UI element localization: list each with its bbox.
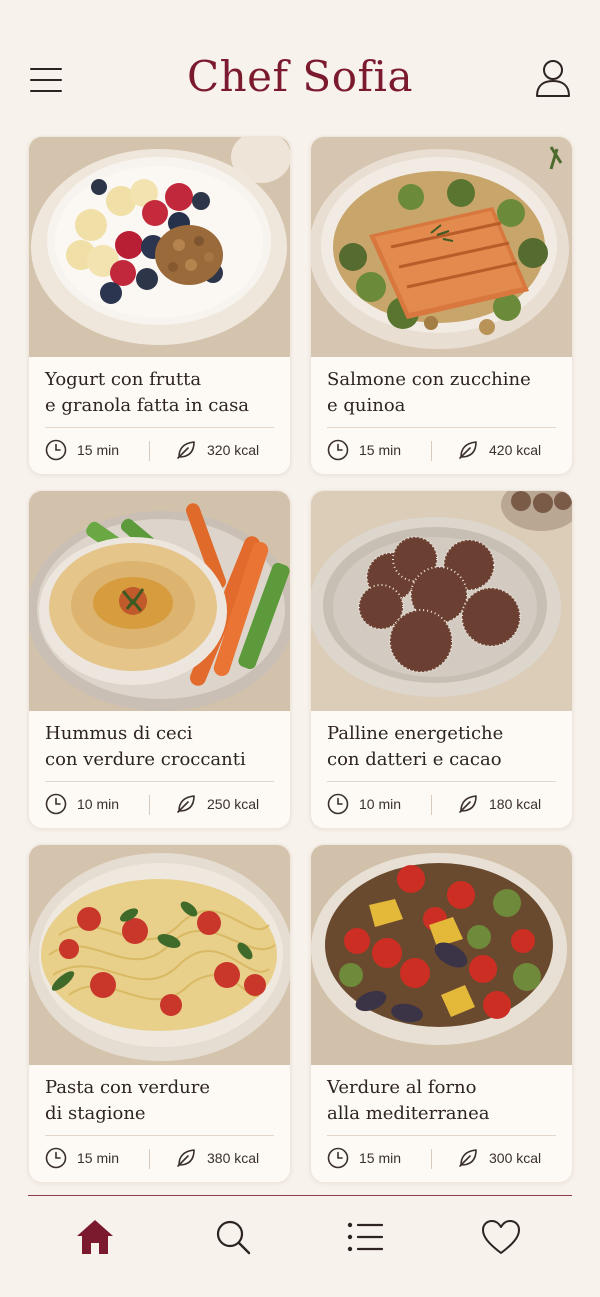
recipe-title: Yogurt con frutta e granola fatta in casa: [45, 369, 250, 416]
recipe-meta: 15 min 320 kcal: [45, 437, 274, 465]
prep-time: 10 min: [359, 796, 402, 812]
calories: 380 kcal: [207, 1150, 260, 1166]
app-title: Chef Sofia: [186, 52, 413, 101]
recipe-meta: 15 min 420 kcal: [327, 437, 556, 465]
bottom-tab-bar: [0, 1194, 600, 1297]
divider: [327, 1135, 556, 1136]
tab-list[interactable]: [340, 1212, 390, 1262]
recipe-image-hummus: [29, 491, 290, 711]
tab-home[interactable]: [70, 1212, 120, 1262]
clock-icon: [45, 439, 67, 461]
recipe-title: Salmone con zucchine e quinoa: [327, 369, 531, 416]
app-header: Chef Sofia: [0, 0, 600, 136]
recipe-card-roasted-vegetables[interactable]: Verdure al forno alla mediterranea 15 min…: [310, 844, 573, 1183]
prep-time: 15 min: [77, 442, 120, 458]
clock-icon: [327, 793, 349, 815]
tab-search[interactable]: [208, 1212, 258, 1262]
clock-icon: [327, 439, 349, 461]
home-icon: [77, 1220, 113, 1254]
search-icon: [216, 1220, 251, 1255]
recipe-meta: 15 min 300 kcal: [327, 1145, 556, 1173]
leaf-icon: [177, 1149, 195, 1167]
prep-time: 15 min: [359, 1150, 402, 1166]
recipe-image-pasta: [29, 845, 290, 1065]
recipe-meta: 10 min 180 kcal: [327, 791, 556, 819]
recipe-meta: 15 min 380 kcal: [45, 1145, 274, 1173]
recipe-card-hummus[interactable]: Hummus di ceci con verdure croccanti 10 m…: [28, 490, 291, 829]
recipe-image-energy-balls: [311, 491, 572, 711]
recipe-card-pasta[interactable]: Pasta con verdure di stagione 15 min 380 …: [28, 844, 291, 1183]
calories: 180 kcal: [489, 796, 542, 812]
list-icon: [347, 1222, 384, 1252]
divider: [45, 781, 274, 782]
recipe-card-yogurt[interactable]: Yogurt con frutta e granola fatta in casa…: [28, 136, 291, 475]
prep-time: 15 min: [359, 442, 402, 458]
divider: [45, 427, 274, 428]
recipe-title: Palline energetiche con datteri e cacao: [327, 723, 504, 770]
profile-button[interactable]: [534, 58, 572, 98]
clock-icon: [327, 1147, 349, 1169]
divider: [327, 427, 556, 428]
recipe-title: Pasta con verdure di stagione: [45, 1077, 210, 1124]
calories: 320 kcal: [207, 442, 260, 458]
user-profile-icon: [536, 60, 570, 97]
prep-time: 15 min: [77, 1150, 120, 1166]
calories: 250 kcal: [207, 796, 260, 812]
calories: 420 kcal: [489, 442, 542, 458]
recipe-image-roasted-vegetables: [311, 845, 572, 1065]
leaf-icon: [177, 795, 195, 813]
divider: [327, 781, 556, 782]
leaf-icon: [459, 795, 477, 813]
recipe-card-salmon[interactable]: Salmone con zucchine e quinoa 15 min 420 …: [310, 136, 573, 475]
prep-time: 10 min: [77, 796, 120, 812]
recipe-meta: 10 min 250 kcal: [45, 791, 274, 819]
clock-icon: [45, 1147, 67, 1169]
recipe-image-salmon: [311, 137, 572, 357]
clock-icon: [45, 793, 67, 815]
recipe-title: Hummus di ceci con verdure croccanti: [45, 723, 246, 770]
heart-icon: [482, 1220, 520, 1254]
leaf-icon: [177, 441, 195, 459]
tab-favorites[interactable]: [476, 1212, 526, 1262]
recipe-title: Verdure al forno alla mediterranea: [327, 1077, 490, 1124]
calories: 300 kcal: [489, 1150, 542, 1166]
recipe-image-yogurt: [29, 137, 290, 357]
leaf-icon: [459, 441, 477, 459]
leaf-icon: [459, 1149, 477, 1167]
recipe-card-energy-balls[interactable]: Palline energetiche con datteri e cacao 1…: [310, 490, 573, 829]
divider: [45, 1135, 274, 1136]
